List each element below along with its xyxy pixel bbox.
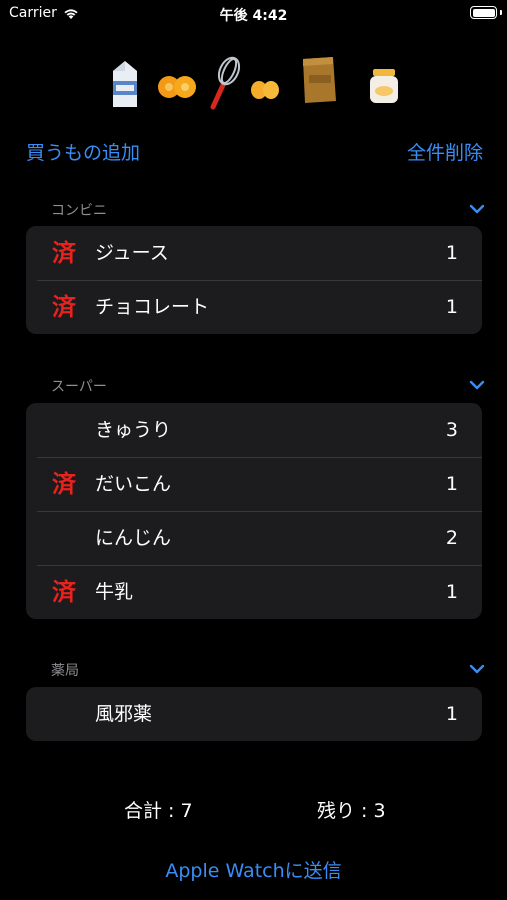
list-item[interactable]: 済 チョコレート 1 bbox=[26, 280, 482, 334]
send-to-apple-watch-button[interactable]: Apple Watchに送信 bbox=[0, 856, 507, 883]
section-title: スーパー bbox=[51, 379, 107, 395]
clock: 午後 4:42 bbox=[219, 8, 288, 24]
section-header-convenience: コンビニ bbox=[51, 200, 485, 222]
section-header-supermarket: スーパー bbox=[51, 376, 485, 398]
jar-icon bbox=[370, 69, 398, 103]
section-title: コンビニ bbox=[51, 203, 107, 219]
item-quantity: 1 bbox=[445, 703, 458, 725]
section-list-convenience: 済 ジュース 1 済 チョコレート 1 bbox=[26, 226, 482, 334]
item-name: にんじん bbox=[95, 527, 172, 549]
remaining-count: 残り : 3 bbox=[317, 800, 386, 822]
list-item[interactable]: 風邪薬 1 bbox=[26, 687, 482, 741]
oranges-icon bbox=[158, 76, 196, 98]
section-title: 薬局 bbox=[51, 663, 79, 679]
milk-carton-icon bbox=[113, 61, 137, 107]
item-quantity: 1 bbox=[445, 473, 458, 495]
item-quantity: 1 bbox=[445, 581, 458, 603]
delete-all-button[interactable]: 全件削除 bbox=[407, 138, 483, 165]
eggs-icon bbox=[251, 81, 279, 99]
item-quantity: 3 bbox=[445, 419, 458, 441]
item-name: ジュース bbox=[95, 242, 169, 264]
section-header-pharmacy: 薬局 bbox=[51, 660, 485, 682]
done-mark: 済 bbox=[52, 292, 76, 321]
done-mark: 済 bbox=[52, 577, 76, 606]
total-count: 合計 : 7 bbox=[124, 800, 193, 822]
list-item[interactable]: 済 ジュース 1 bbox=[26, 226, 482, 280]
list-item[interactable]: きゅうり 3 bbox=[26, 403, 482, 457]
status-bar: Carrier 午後 4:42 bbox=[0, 0, 507, 30]
item-name: だいこん bbox=[95, 473, 172, 495]
flour-bag-icon bbox=[303, 57, 336, 103]
top-actions: 買うもの追加 全件削除 bbox=[26, 138, 483, 166]
list-item[interactable]: 済 だいこん 1 bbox=[26, 457, 482, 511]
item-name: きゅうり bbox=[95, 419, 172, 441]
item-quantity: 1 bbox=[445, 242, 458, 264]
item-quantity: 2 bbox=[445, 527, 458, 549]
whisk-icon bbox=[210, 56, 241, 110]
chevron-down-icon[interactable] bbox=[469, 203, 485, 215]
list-item[interactable]: にんじん 2 bbox=[26, 511, 482, 565]
item-name: チョコレート bbox=[95, 296, 210, 318]
item-quantity: 1 bbox=[445, 296, 458, 318]
chevron-down-icon[interactable] bbox=[469, 379, 485, 391]
list-item[interactable]: 済 牛乳 1 bbox=[26, 565, 482, 619]
section-list-pharmacy: 風邪薬 1 bbox=[26, 687, 482, 741]
done-mark: 済 bbox=[52, 469, 76, 498]
item-name: 風邪薬 bbox=[95, 703, 153, 725]
battery-icon bbox=[470, 6, 497, 19]
header-illustrations bbox=[105, 55, 405, 111]
section-list-supermarket: きゅうり 3 済 だいこん 1 にんじん 2 済 牛乳 1 bbox=[26, 403, 482, 619]
item-name: 牛乳 bbox=[95, 581, 134, 603]
done-mark: 済 bbox=[52, 238, 76, 267]
chevron-down-icon[interactable] bbox=[469, 663, 485, 675]
add-item-button[interactable]: 買うもの追加 bbox=[26, 138, 140, 165]
